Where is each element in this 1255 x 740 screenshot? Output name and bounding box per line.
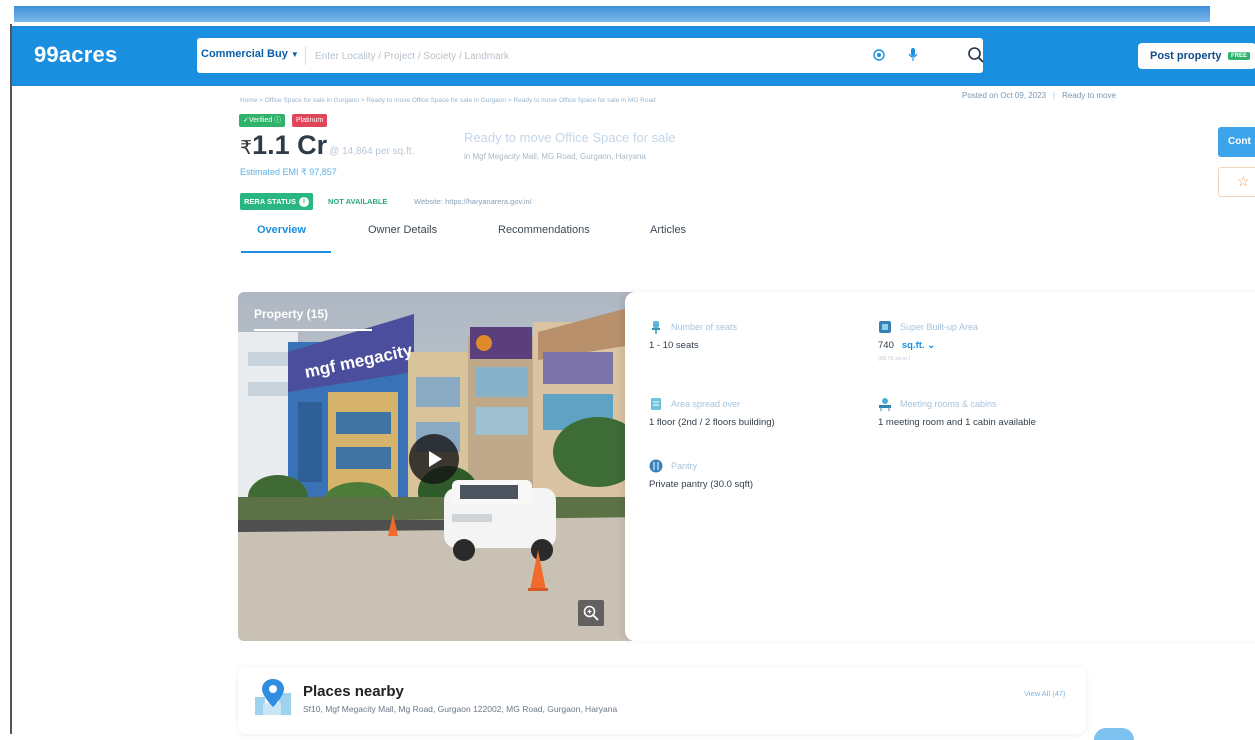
search-bar: Commercial Buy ▼ (197, 38, 985, 73)
price-block: ₹1.1 Cr @ 14,864 per sq.ft. (240, 130, 414, 161)
post-property-label: Post property (1150, 50, 1222, 62)
area-unit-dropdown[interactable]: sq.ft. ⌄ (902, 340, 935, 351)
area-label: Super Built-up Area (900, 322, 979, 332)
property-photo[interactable]: mgf megacity Property (15) (238, 292, 650, 641)
places-address: Sf10, Mgf Megacity Mall, Mg Road, Gurgao… (303, 704, 618, 714)
play-video-icon[interactable] (409, 434, 459, 484)
search-icon[interactable] (967, 46, 985, 64)
map-pin-icon (255, 679, 291, 715)
posted-separator: | (1053, 91, 1056, 100)
rera-website[interactable]: Website: https://haryanarera.gov.in/ (414, 197, 532, 206)
star-icon: ☆ (1237, 173, 1250, 189)
price-per-sqft: @ 14,864 per sq.ft. (329, 146, 415, 157)
seats-label: Number of seats (671, 322, 738, 332)
post-property-button[interactable]: Post property FREE (1138, 43, 1255, 69)
photo-label-underline (254, 329, 372, 331)
verified-badge: ✓Verified ⓘ (239, 114, 286, 127)
area-sub: (68.75 sq.m.) (878, 356, 911, 362)
shortlist-button[interactable]: ☆ (1218, 167, 1255, 197)
rooms-label: Meeting rooms & cabins (900, 399, 997, 409)
tab-overview[interactable]: Overview (257, 224, 306, 236)
rera-status-value: NOT AVAILABLE (328, 197, 388, 206)
free-badge: FREE (1228, 52, 1251, 60)
tab-articles[interactable]: Articles (650, 224, 686, 236)
tab-owner-details[interactable]: Owner Details (368, 224, 437, 236)
mic-icon[interactable] (908, 48, 918, 62)
search-input[interactable] (313, 44, 837, 68)
info-icon[interactable]: i (298, 197, 309, 208)
chat-bubble-partial[interactable] (1094, 728, 1134, 740)
posted-status: Ready to move (1062, 91, 1116, 100)
posted-info: Posted on Oct 09, 2023 | Ready to move (962, 91, 1116, 100)
currency-symbol: ₹ (240, 138, 253, 159)
pantry-label: Pantry (671, 461, 698, 471)
property-title: Ready to move Office Space for sale (464, 130, 676, 145)
floor-icon (651, 398, 661, 410)
location-icon[interactable] (873, 49, 885, 61)
places-nearby-card: Places nearby Sf10, Mgf Megacity Mall, M… (238, 667, 1086, 734)
rooms-value: 1 meeting room and 1 cabin available (878, 417, 1036, 428)
chevron-down-icon: ▼ (290, 50, 299, 59)
tab-recommendations[interactable]: Recommendations (498, 224, 590, 236)
meeting-room-icon (879, 398, 891, 411)
pantry-icon (649, 459, 663, 473)
places-title: Places nearby (303, 683, 404, 700)
price: 1.1 Cr (252, 130, 328, 160)
photo-count-label[interactable]: Property (15) (254, 307, 328, 321)
rera-status-badge: RERA STATUS i (240, 193, 313, 210)
site-header: 99acres Commercial Buy▼ Post property FR… (12, 26, 1255, 86)
search-type-dropdown[interactable]: Commercial Buy ▼ (201, 48, 299, 60)
search-type-label: Commercial Buy (201, 48, 288, 60)
posted-date: Posted on Oct 09, 2023 (962, 91, 1047, 100)
platinum-badge: Platinum (292, 114, 328, 127)
frame-border (10, 24, 12, 734)
seats-value: 1 - 10 seats (649, 340, 699, 351)
floor-label: Area spread over (671, 399, 741, 409)
pantry-value: Private pantry (30.0 sqft) (649, 479, 754, 490)
seat-icon (652, 321, 660, 334)
contact-button[interactable]: Cont (1218, 127, 1255, 157)
property-address: in Mgf Megacity Mall, MG Road, Gurgaon, … (464, 152, 646, 161)
floor-value: 1 floor (2nd / 2 floors building) (649, 417, 775, 428)
breadcrumb[interactable]: Home > Office Space for sale in Gurgaon … (240, 97, 656, 104)
property-details-card: Number of seats 1 - 10 seats Super Built… (625, 292, 1255, 641)
site-logo[interactable]: 99acres (34, 42, 117, 68)
view-all-link[interactable]: View All (47) (1024, 689, 1066, 698)
zoom-icon[interactable] (578, 600, 604, 626)
search-divider (305, 46, 306, 65)
browser-top-strip (14, 6, 1210, 22)
active-tab-indicator (241, 251, 331, 253)
estimated-emi[interactable]: Estimated EMI ₹ 97,857 (240, 167, 337, 178)
area-icon (879, 321, 891, 333)
area-value: 740 sq.ft. ⌄ (878, 340, 936, 351)
